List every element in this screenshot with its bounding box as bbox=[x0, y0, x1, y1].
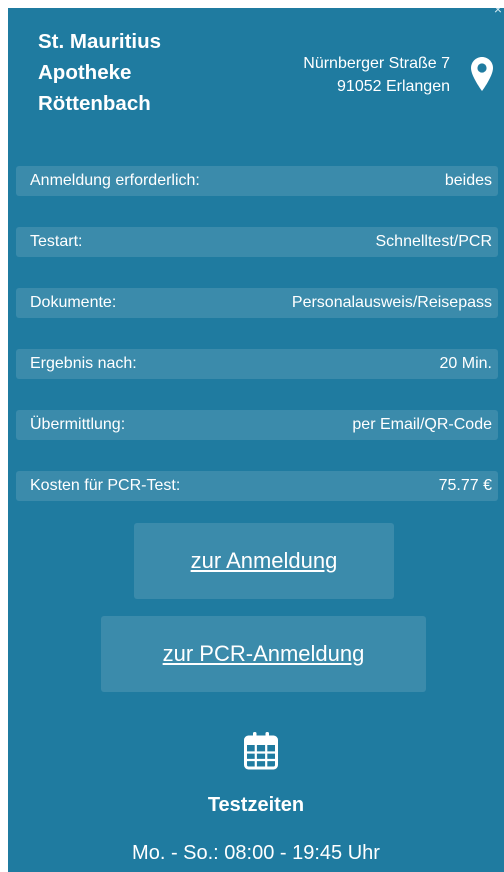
detail-label: Übermittlung: bbox=[30, 416, 126, 433]
detail-label: Kosten für PCR-Test: bbox=[30, 477, 181, 494]
detail-value: Personalausweis/Reisepass bbox=[291, 294, 492, 311]
pharmacy-name: St. Mauritius Apotheke Röttenbach bbox=[38, 26, 238, 119]
detail-row-anmeldung: Anmeldung erforderlich: beides bbox=[16, 166, 498, 196]
map-pin-icon[interactable] bbox=[470, 56, 494, 92]
calendar-icon bbox=[244, 732, 278, 770]
address-street: Nürnberger Straße 7 bbox=[303, 55, 450, 72]
detail-value: per Email/QR-Code bbox=[352, 416, 492, 433]
testzeiten-heading: Testzeiten bbox=[207, 794, 305, 816]
detail-label: Ergebnis nach: bbox=[30, 355, 137, 372]
detail-label: Testart: bbox=[30, 233, 83, 250]
register-button[interactable]: zur Anmeldung bbox=[134, 523, 394, 599]
pharmacy-name-line: St. Mauritius bbox=[38, 30, 162, 53]
pcr-register-button[interactable]: zur PCR-Anmeldung bbox=[101, 616, 426, 692]
detail-row-kosten: Kosten für PCR-Test: 75.77 € bbox=[16, 471, 498, 501]
detail-row-testart: Testart: Schnelltest/PCR bbox=[16, 227, 498, 257]
address-city: 91052 Erlangen bbox=[337, 78, 450, 95]
pharmacy-address: Nürnberger Straße 7 91052 Erlangen bbox=[303, 52, 450, 98]
detail-row-dokumente: Dokumente: Personalausweis/Reisepass bbox=[16, 288, 498, 318]
detail-value: beides bbox=[444, 172, 492, 189]
pharmacy-info-panel: × St. Mauritius Apotheke Röttenbach Nürn… bbox=[8, 8, 504, 872]
detail-row-uebermittlung: Übermittlung: per Email/QR-Code bbox=[16, 410, 498, 440]
detail-value: 20 Min. bbox=[439, 355, 492, 372]
detail-label: Dokumente: bbox=[30, 294, 117, 311]
pharmacy-name-line: Apotheke bbox=[38, 61, 132, 84]
testzeiten-hours: Mo. - So.: 08:00 - 19:45 Uhr bbox=[132, 842, 380, 864]
detail-value: Schnelltest/PCR bbox=[375, 233, 493, 250]
detail-value: 75.77 € bbox=[438, 477, 492, 494]
pharmacy-name-line: Röttenbach bbox=[38, 92, 151, 115]
detail-row-ergebnis: Ergebnis nach: 20 Min. bbox=[16, 349, 498, 379]
close-icon[interactable]: × bbox=[494, 8, 502, 16]
detail-label: Anmeldung erforderlich: bbox=[30, 172, 200, 189]
